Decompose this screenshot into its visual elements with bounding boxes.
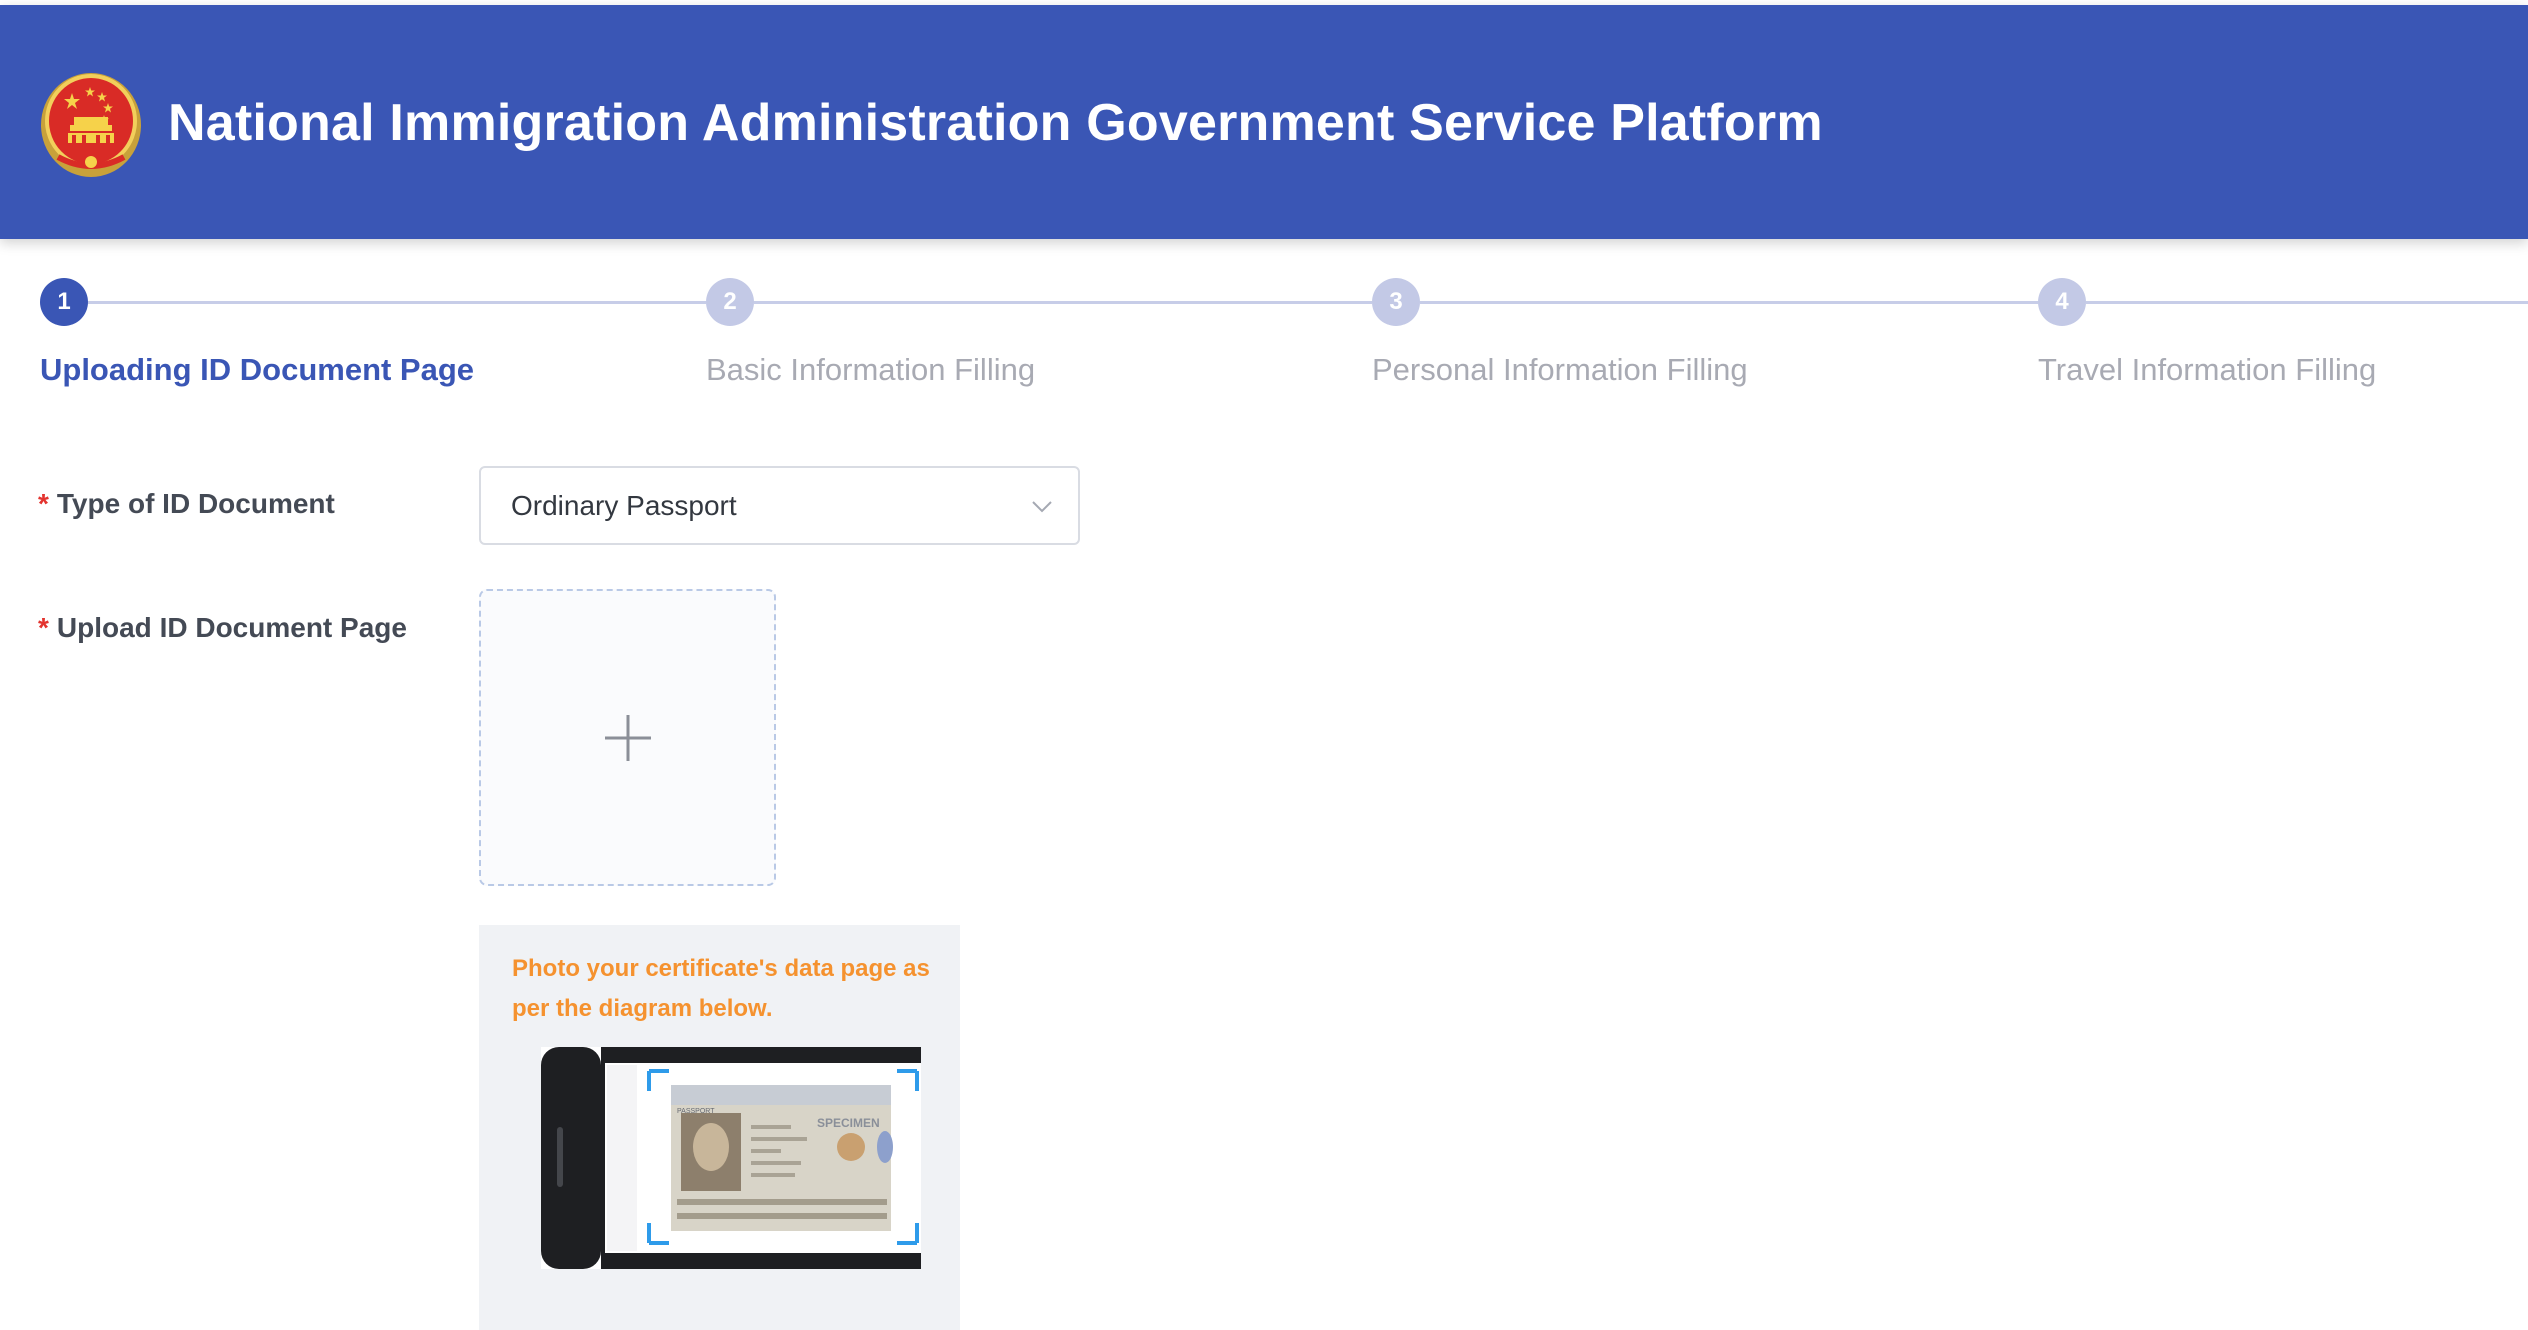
diagram-passport-text: PASSPORT xyxy=(677,1108,715,1115)
upload-hint-panel: Photo your certificate's data page as pe… xyxy=(479,925,960,1330)
step-connector xyxy=(754,301,1372,304)
step-2-label: Basic Information Filling xyxy=(706,352,1036,387)
step-4-label: Travel Information Filling xyxy=(2038,352,2377,387)
step-1-number: 1 xyxy=(40,278,88,326)
upload-label-text: Upload ID Document Page xyxy=(56,612,407,643)
doc-type-label: * Type of ID Document xyxy=(38,488,335,520)
step-3-number: 3 xyxy=(1372,278,1420,326)
diagram-specimen-text: SPECIMEN xyxy=(817,1116,880,1130)
progress-stepper: 1 Uploading ID Document Page 2 Basic Inf… xyxy=(0,278,2528,398)
step-3-label: Personal Information Filling xyxy=(1372,352,1748,387)
step-connector xyxy=(1420,301,2038,304)
step-1-label: Uploading ID Document Page xyxy=(40,352,475,387)
upload-dropzone[interactable] xyxy=(479,589,776,886)
required-mark: * xyxy=(38,612,49,643)
chevron-down-icon xyxy=(1032,501,1052,513)
step-1: 1 Uploading ID Document Page xyxy=(40,278,474,387)
site-header: National Immigration Administration Gove… xyxy=(0,5,2528,239)
step-2-number: 2 xyxy=(706,278,754,326)
plus-icon xyxy=(604,714,651,761)
doc-type-label-text: Type of ID Document xyxy=(56,488,335,519)
step-4-number: 4 xyxy=(2038,278,2086,326)
upload-label: * Upload ID Document Page xyxy=(38,612,407,644)
step-connector xyxy=(88,301,706,304)
required-mark: * xyxy=(38,488,49,519)
step-connector xyxy=(2086,301,2528,304)
phone-passport-diagram: SPECIMEN PASSPORT xyxy=(541,1047,921,1269)
step-3: 3 Personal Information Filling xyxy=(1372,278,1748,387)
national-emblem-icon xyxy=(41,73,141,177)
step-2: 2 Basic Information Filling xyxy=(706,278,1035,387)
page-title: National Immigration Administration Gove… xyxy=(168,94,1823,152)
doc-type-select[interactable]: Ordinary Passport xyxy=(479,466,1080,545)
doc-type-selected-value: Ordinary Passport xyxy=(511,489,737,521)
step-4: 4 Travel Information Filling xyxy=(2038,278,2376,387)
upload-hint-text: Photo your certificate's data page as pe… xyxy=(512,955,930,1022)
